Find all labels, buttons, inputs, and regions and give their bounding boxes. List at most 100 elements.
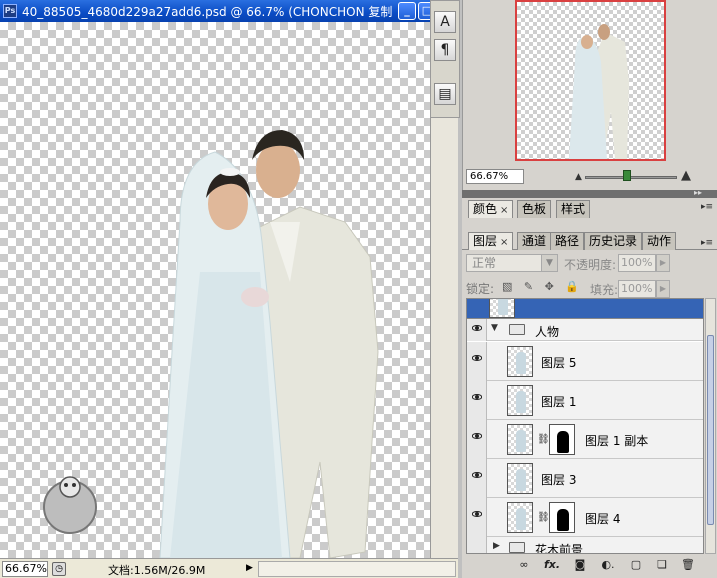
zoom-slider[interactable] (585, 176, 677, 179)
layers-panel: 图层× 通道 路径 历史记录 动作 ▸≡ 正常 ▼ 不透明度: 100% ▶ (462, 224, 717, 578)
tab-history[interactable]: 历史记录 (584, 232, 643, 250)
close-tab-icon[interactable]: × (500, 237, 508, 248)
tab-color[interactable]: 颜色 × (468, 200, 514, 218)
visibility-eye-icon[interactable] (467, 319, 487, 341)
blend-mode-select[interactable]: 正常 ▼ (466, 254, 558, 272)
photoshop-app-icon: Ps (3, 4, 17, 18)
tab-paths[interactable]: 路径 (550, 232, 585, 250)
tab-layers[interactable]: 图层 × (468, 232, 514, 250)
document-title-bar[interactable]: Ps 40_88505_4680d229a27add6.psd @ 66.7% … (0, 0, 458, 22)
layer-name[interactable]: 图层 5 (541, 354, 576, 371)
tab-paths-label: 路径 (555, 234, 580, 248)
status-zoom-field[interactable]: 66.67% (2, 561, 48, 577)
navigator-preview[interactable] (515, 0, 666, 161)
layer-thumbnail (507, 424, 533, 455)
visibility-toggle-empty[interactable] (467, 537, 487, 553)
zoom-in-icon[interactable]: ▲ (681, 168, 691, 183)
visibility-eye-icon[interactable] (467, 420, 487, 459)
info-icon[interactable]: ◷ (52, 562, 66, 576)
layer-name[interactable]: 图层 1 副本 (585, 432, 648, 449)
chevron-down-icon[interactable]: ▼ (541, 255, 557, 271)
tab-layers-label: 图层 (473, 234, 498, 248)
document-window: Ps 40_88505_4680d229a27add6.psd @ 66.7% … (0, 0, 458, 578)
panel-collapse-icon[interactable]: ▸▸ (694, 188, 702, 197)
blend-row: 正常 ▼ 不透明度: 100% ▶ (466, 254, 716, 274)
adjustment-layer-icon[interactable]: ◐. (598, 558, 618, 573)
navigator-thumbnail (569, 24, 629, 159)
layers-footer-toolbar: ∞ fx. ◙ ◐. ▢ ❏ 🗑 (462, 554, 717, 578)
tab-channels-label: 通道 (522, 234, 547, 248)
disclosure-open-icon[interactable]: ▼ (491, 323, 498, 333)
minimize-button[interactable]: _ (398, 2, 416, 20)
paragraph-panel-button[interactable]: ¶ (434, 39, 456, 61)
disclosure-closed-icon[interactable]: ▶ (493, 541, 500, 551)
layer-name[interactable]: 花木前景 (535, 541, 583, 553)
link-chain-icon: ⛓ (537, 512, 550, 523)
lock-label: 锁定: (466, 282, 495, 296)
tab-color-label: 颜色 (473, 202, 498, 216)
tab-styles[interactable]: 样式 (556, 200, 591, 218)
status-menu-arrow-icon[interactable]: ▶ (246, 563, 256, 575)
document-canvas[interactable] (0, 22, 430, 558)
layer-thumbnail (507, 346, 533, 377)
visibility-eye-icon[interactable] (467, 381, 487, 420)
panel-toggle-button[interactable]: ▤ (434, 83, 456, 105)
layer-group-row[interactable]: ▼ 人物 (467, 319, 703, 341)
layer-name[interactable]: 人物 (535, 323, 559, 340)
new-group-icon[interactable]: ▢ (628, 558, 644, 573)
layer-thumbnail (489, 299, 515, 318)
folder-icon (509, 324, 525, 335)
panel-menu-icon[interactable]: ▸≡ (701, 238, 713, 248)
tab-styles-label: 样式 (561, 202, 586, 216)
layer-row[interactable]: 图层 1 (467, 381, 703, 420)
layer-list: ▼ 人物 图层 5 图层 1 ⛓ 图层 1 副本 图层 3 ⛓ 图层 4 ▶ 花… (466, 298, 704, 554)
fill-label: 填充: (590, 283, 619, 297)
horizontal-scrollbar[interactable] (258, 561, 456, 577)
layer-mask-thumbnail[interactable] (549, 502, 575, 533)
layer-mask-thumbnail[interactable] (549, 424, 575, 455)
layers-scrollbar-thumb[interactable] (707, 335, 714, 525)
wedding-photo (43, 130, 379, 558)
color-panel-header[interactable]: ▸▸ (462, 188, 717, 198)
layer-row[interactable]: 图层 3 (467, 459, 703, 498)
zoom-slider-thumb[interactable] (623, 170, 631, 181)
layers-tab-bar: 图层 × 通道 路径 历史记录 动作 ▸≡ (462, 230, 717, 250)
layer-row[interactable]: ⛓ 图层 4 (467, 498, 703, 537)
layer-group-row[interactable]: ▶ 花木前景 (467, 537, 703, 553)
panel-menu-icon[interactable]: ▸≡ (701, 202, 713, 212)
fx-icon[interactable]: fx. (542, 558, 562, 573)
layer-name[interactable]: 图层 4 (585, 510, 620, 527)
link-chain-icon: ⛓ (537, 434, 550, 445)
zoom-out-icon[interactable]: ▲ (575, 172, 582, 182)
layer-name[interactable]: 图层 1 (541, 393, 576, 410)
tab-swatches-label: 色板 (522, 202, 547, 216)
tab-swatches[interactable]: 色板 (517, 200, 552, 218)
layer-thumbnail (507, 385, 533, 416)
visibility-eye-icon[interactable] (467, 498, 487, 537)
opacity-arrow-icon[interactable]: ▶ (656, 254, 670, 272)
selected-layer-row[interactable] (467, 299, 703, 319)
photoshop-window: Ps 40_88505_4680d229a27add6.psd @ 66.7% … (0, 0, 717, 578)
document-title: 40_88505_4680d229a27add6.psd @ 66.7% (CH… (22, 5, 392, 19)
layer-row[interactable]: ⛓ 图层 1 副本 (467, 420, 703, 459)
link-layers-icon[interactable]: ∞ (516, 558, 532, 573)
layer-name[interactable]: 图层 3 (541, 471, 576, 488)
close-tab-icon[interactable]: × (500, 205, 508, 216)
tab-channels[interactable]: 通道 (517, 232, 552, 250)
tab-actions[interactable]: 动作 (642, 232, 677, 250)
trash-icon[interactable]: 🗑 (680, 558, 696, 573)
visibility-eye-icon[interactable] (467, 459, 487, 498)
character-panel-button[interactable]: A (434, 11, 456, 33)
layer-row[interactable]: 图层 5 (467, 342, 703, 381)
new-layer-icon[interactable]: ❏ (654, 558, 670, 573)
lock-icons[interactable]: ▧ ✎ ✥ 🔒 (502, 280, 583, 293)
fill-field[interactable]: 100% (618, 280, 656, 298)
opacity-field[interactable]: 100% (618, 254, 656, 272)
layer-thumbnail (507, 502, 533, 533)
navigator-zoom-field[interactable]: 66.67% (466, 169, 524, 184)
add-mask-icon[interactable]: ◙ (572, 558, 588, 573)
layers-scrollbar[interactable] (705, 298, 716, 554)
fill-arrow-icon[interactable]: ▶ (656, 280, 670, 298)
visibility-eye-icon[interactable] (467, 342, 487, 381)
blend-mode-value: 正常 (472, 256, 497, 270)
